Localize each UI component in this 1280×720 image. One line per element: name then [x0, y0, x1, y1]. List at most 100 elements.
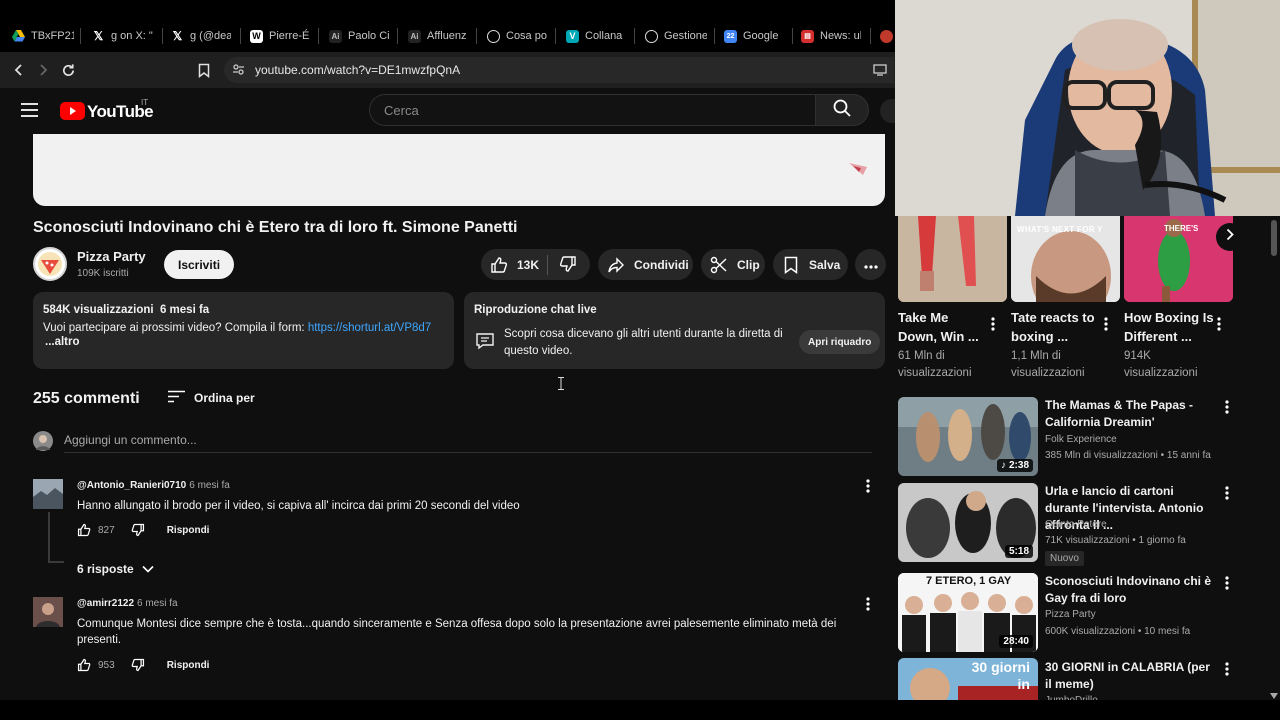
- x-logo-icon: 𝕏: [171, 29, 184, 43]
- back-icon[interactable]: [10, 61, 28, 79]
- comment-like-button[interactable]: [77, 523, 91, 537]
- comment-author[interactable]: @amirr2122 6 mesi fa: [77, 598, 178, 609]
- cast-icon[interactable]: [873, 63, 887, 81]
- video-title[interactable]: Sconosciuti Indovinano chi è Gay fra di …: [1045, 573, 1215, 607]
- more-vertical-icon[interactable]: [861, 596, 875, 612]
- search-icon: [833, 99, 851, 122]
- short-title[interactable]: How Boxing Is Different ...: [1124, 308, 1214, 346]
- thumbs-down-icon: [558, 254, 578, 274]
- channel-name[interactable]: Pizza Party: [77, 249, 146, 264]
- comment-dislike-button[interactable]: [131, 658, 145, 672]
- url-field[interactable]: youtube.com/watch?v=DE1mwzfpQnA: [224, 57, 894, 83]
- short-thumbnail[interactable]: THERE'S: [1124, 216, 1233, 302]
- clip-button[interactable]: Clip: [701, 249, 765, 280]
- browser-tab[interactable]: Cosa po: [487, 24, 547, 48]
- browser-tab[interactable]: [880, 24, 894, 48]
- show-replies-button[interactable]: 6 risposte: [77, 562, 154, 576]
- description-box[interactable]: 584K visualizzazioni 6 mesi fa Vuoi part…: [33, 292, 454, 369]
- channel-avatar[interactable]: [33, 247, 67, 281]
- short-thumbnail[interactable]: WHAT'S NEXT FOR Y: [1011, 216, 1120, 302]
- thumbnail-overlay-text: 30 giorni in: [971, 659, 1030, 692]
- more-vertical-icon[interactable]: [1220, 399, 1234, 415]
- video-thumbnail[interactable]: 7 ETERO, 1 GAY 28:40: [898, 573, 1038, 652]
- browser-tab[interactable]: 𝕏 g (@dea: [171, 24, 231, 48]
- live-chat-title: Riproduzione chat live: [474, 304, 597, 316]
- video-channel[interactable]: Pizza Party: [1045, 609, 1096, 620]
- comment-avatar[interactable]: [33, 479, 63, 509]
- video-thumbnail[interactable]: 5:18: [898, 483, 1038, 562]
- short-views: 61 Mln di visualizzazioni: [898, 350, 972, 379]
- more-vertical-icon[interactable]: [1220, 661, 1234, 677]
- shorts-next-button[interactable]: [1216, 223, 1244, 251]
- share-button[interactable]: Condividi: [598, 249, 693, 280]
- browser-tab[interactable]: Ai Affluenz: [408, 24, 468, 48]
- more-vertical-icon[interactable]: [1212, 316, 1226, 332]
- browser-tab[interactable]: Ai Paolo Ci: [329, 24, 389, 48]
- more-vertical-icon[interactable]: [1220, 575, 1234, 591]
- short-title[interactable]: Take Me Down, Win ...: [898, 308, 988, 346]
- search-box[interactable]: [369, 94, 816, 126]
- like-button[interactable]: 13K: [481, 255, 547, 275]
- search-input[interactable]: [370, 95, 770, 118]
- reply-button[interactable]: Rispondi: [167, 525, 210, 536]
- scrollbar-thumb[interactable]: [1271, 220, 1277, 256]
- voice-search-button[interactable]: [880, 99, 895, 123]
- open-panel-button[interactable]: Apri riquadro: [799, 330, 881, 354]
- video-player[interactable]: [33, 134, 885, 206]
- short-title[interactable]: Tate reacts to boxing ...: [1011, 308, 1101, 346]
- video-thumbnail[interactable]: 30 giorni in: [898, 658, 1038, 700]
- site-info-icon[interactable]: [232, 63, 245, 81]
- browser-tab[interactable]: ▤ News: ul: [801, 24, 861, 48]
- browser-tab[interactable]: W Pierre-É: [250, 24, 310, 48]
- menu-icon[interactable]: [21, 103, 38, 122]
- forward-icon[interactable]: [34, 61, 52, 79]
- video-title: Sconosciuti Indovinano chi è Etero tra d…: [33, 219, 518, 236]
- add-comment-input[interactable]: Aggiungi un commento...: [64, 433, 197, 447]
- short-overlay-text: THERE'S: [1164, 224, 1199, 233]
- browser-tab[interactable]: V Collana: [566, 24, 626, 48]
- save-button[interactable]: Salva: [773, 249, 848, 280]
- tab-label: Gestione: [664, 30, 707, 42]
- short-views: 914K visualizzazioni: [1124, 350, 1198, 379]
- show-more-link[interactable]: ...altro: [45, 336, 80, 348]
- site-icon: Ai: [329, 29, 342, 43]
- comment-username[interactable]: @Antonio_Ranieri0710: [77, 480, 186, 491]
- more-vertical-icon[interactable]: [861, 478, 875, 494]
- comment-author[interactable]: @Antonio_Ranieri0710 6 mesi fa: [77, 480, 230, 491]
- browser-tab[interactable]: 𝕏 g on X: ": [92, 24, 154, 48]
- search-button[interactable]: [815, 94, 869, 126]
- short-thumbnail[interactable]: [898, 216, 1007, 302]
- browser-tab[interactable]: 22 Google: [724, 24, 784, 48]
- scrollbar[interactable]: [1268, 216, 1280, 700]
- comment-like-button[interactable]: [77, 658, 91, 672]
- video-channel[interactable]: Folk Experience: [1045, 434, 1117, 445]
- video-thumbnail[interactable]: ♪ 2:38: [898, 397, 1038, 476]
- reload-icon[interactable]: [59, 61, 77, 79]
- youtube-logo-icon[interactable]: [60, 102, 85, 120]
- thumbnail-overlay-text: 7 ETERO, 1 GAY: [926, 575, 1012, 587]
- taskbar-strip: [0, 700, 1280, 720]
- more-actions-button[interactable]: [855, 249, 886, 280]
- bookmark-icon[interactable]: [195, 61, 213, 79]
- youtube-header: YouTube IT: [0, 88, 895, 134]
- reply-button[interactable]: Rispondi: [167, 660, 210, 671]
- news-icon: ▤: [801, 29, 814, 43]
- comment-username[interactable]: @amirr2122: [77, 598, 134, 609]
- comment-dislike-button[interactable]: [131, 523, 145, 537]
- description-link[interactable]: https://shorturl.at/VP8d7: [308, 322, 431, 334]
- like-dislike-group: 13K: [481, 249, 590, 280]
- video-channel[interactable]: Quinto Potere: [1045, 519, 1107, 530]
- more-vertical-icon[interactable]: [986, 316, 1000, 332]
- subscribe-button[interactable]: Iscriviti: [164, 250, 235, 279]
- video-title[interactable]: 30 GIORNI in CALABRIA (per il meme): [1045, 659, 1215, 693]
- dislike-button[interactable]: [548, 254, 578, 276]
- tab-label: g (@dea: [190, 30, 231, 42]
- video-title[interactable]: The Mamas & The Papas - California Dream…: [1045, 397, 1215, 431]
- url-text: youtube.com/watch?v=DE1mwzfpQnA: [255, 63, 461, 77]
- browser-tab[interactable]: TBxFP21: [12, 24, 74, 48]
- comment-avatar[interactable]: [33, 597, 63, 627]
- sort-button[interactable]: Ordina per: [168, 390, 255, 406]
- more-vertical-icon[interactable]: [1099, 316, 1113, 332]
- more-vertical-icon[interactable]: [1220, 485, 1234, 501]
- browser-tab[interactable]: Gestione: [645, 24, 707, 48]
